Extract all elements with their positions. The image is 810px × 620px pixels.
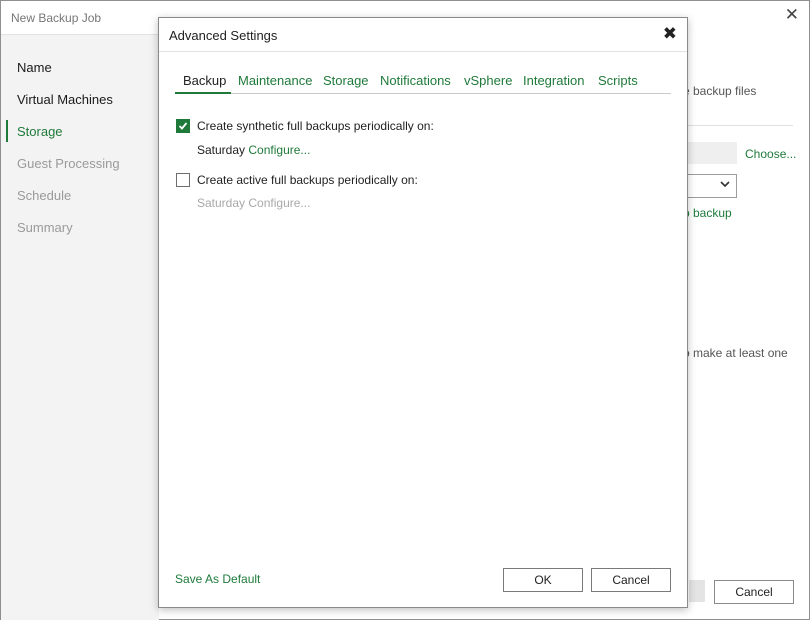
synthetic-configure-link[interactable]: Configure... (248, 143, 310, 157)
background-divider (687, 125, 793, 126)
tab-scripts[interactable]: Scripts (598, 73, 638, 88)
dialog-close-icon[interactable]: ✖ (663, 24, 677, 44)
active-full-label: Create active full backups periodically … (197, 173, 418, 187)
sidebar-step-guest-processing: Guest Processing (17, 156, 120, 171)
chevron-down-icon (720, 181, 730, 188)
active-full-day-text: Saturday (197, 196, 246, 210)
active-tab-underline (175, 92, 231, 94)
window-close-icon[interactable]: ✕ (785, 5, 799, 25)
dialog-title-divider (159, 51, 687, 52)
window-title: New Backup Job (11, 11, 102, 25)
sidebar-step-schedule: Schedule (17, 188, 72, 203)
synthetic-day-text: Saturday (197, 143, 246, 157)
tab-notifications[interactable]: Notifications (380, 73, 451, 88)
repository-path-field[interactable] (687, 142, 737, 164)
background-button-edge (689, 580, 705, 602)
active-full-checkbox[interactable] (176, 173, 190, 187)
checkmark-icon (178, 122, 188, 130)
sidebar-step-name[interactable]: Name (17, 60, 52, 75)
tab-integration[interactable]: Integration (523, 73, 584, 88)
hint-text: o make at least one (683, 346, 788, 360)
active-full-configure-link: Configure... (248, 196, 311, 210)
synthetic-schedule: Saturday Configure... (197, 143, 310, 157)
wizard-cancel-button[interactable]: Cancel (714, 580, 794, 604)
sidebar-step-virtual-machines[interactable]: Virtual Machines (17, 92, 113, 107)
advanced-settings-dialog: Advanced Settings ✖ Backup Maintenance S… (158, 17, 688, 608)
tab-storage[interactable]: Storage (323, 73, 369, 88)
sidebar-step-summary: Summary (17, 220, 73, 235)
synthetic-full-checkbox[interactable] (176, 119, 190, 133)
ok-button[interactable]: OK (503, 568, 583, 592)
cancel-button[interactable]: Cancel (591, 568, 671, 592)
backup-link[interactable]: p backup (683, 206, 732, 220)
wizard-sidebar: Name Virtual Machines Storage Guest Proc… (1, 34, 159, 620)
active-full-schedule: Saturday Configure... (197, 196, 310, 210)
synthetic-full-label: Create synthetic full backups periodical… (197, 119, 434, 133)
repository-select[interactable] (687, 174, 737, 198)
sidebar-step-storage[interactable]: Storage (17, 124, 63, 139)
tab-maintenance[interactable]: Maintenance (238, 73, 312, 88)
tab-backup[interactable]: Backup (183, 73, 226, 88)
save-as-default-link[interactable]: Save As Default (175, 572, 260, 586)
choose-link[interactable]: Choose... (745, 147, 796, 161)
backup-files-text: e backup files (683, 84, 757, 98)
active-step-indicator (6, 120, 8, 142)
settings-tabs: Backup Maintenance Storage Notifications… (175, 73, 671, 94)
dialog-title: Advanced Settings (169, 28, 278, 43)
tab-vsphere[interactable]: vSphere (464, 73, 512, 88)
